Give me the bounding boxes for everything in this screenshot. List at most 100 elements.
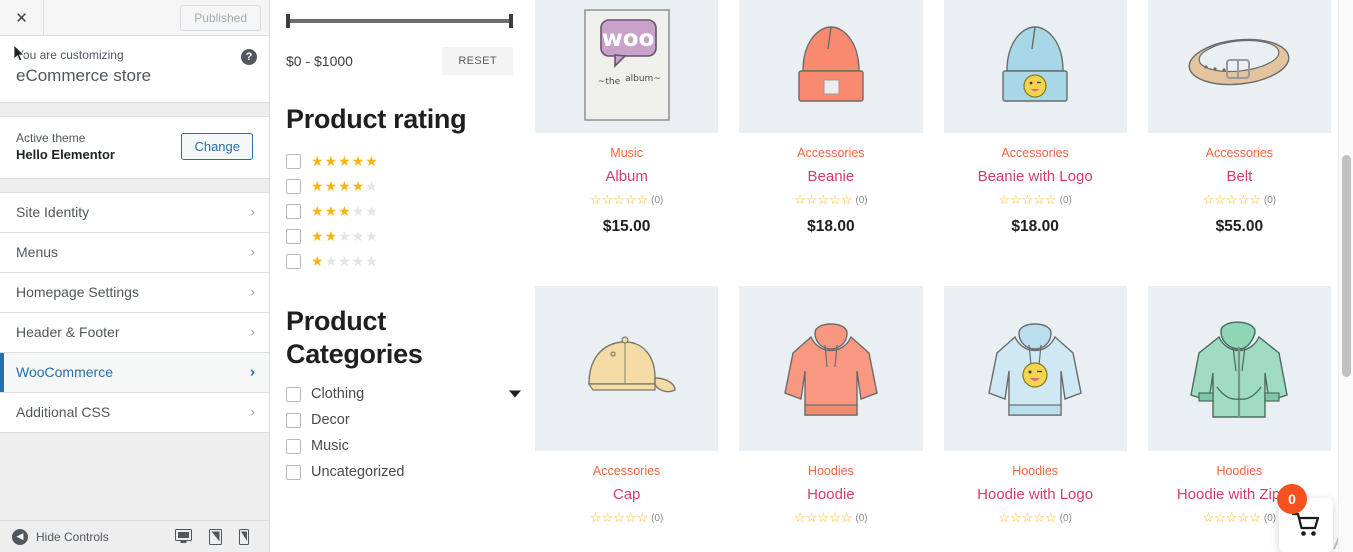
product-image-beanie-with-logo[interactable] — [943, 0, 1127, 133]
category-filter-decor[interactable]: Decor — [286, 407, 513, 433]
mobile-icon[interactable] — [239, 528, 249, 545]
sidebar-item-header-footer[interactable]: Header & Footer › — [0, 312, 269, 353]
product-rating: ☆☆☆☆☆ (0) — [944, 511, 1127, 525]
rating-filter-5[interactable]: ★ ★ ★ ★ ★ — [286, 149, 513, 173]
product-image-album[interactable]: woo ~the album~ — [535, 0, 719, 133]
customizer-footer: ◀ Hide Controls — [0, 520, 269, 552]
product-name[interactable]: Album — [535, 168, 718, 185]
product-image-hoodie-with-logo[interactable] — [943, 286, 1127, 451]
product-stars: ☆☆☆☆☆ — [589, 510, 649, 525]
category-checkbox-decor[interactable] — [286, 412, 301, 428]
rating-checkbox-1[interactable] — [286, 253, 301, 269]
product-category[interactable]: Hoodies — [1148, 464, 1331, 478]
rating-stars-3: ★ ★ ★ ★ ★ — [311, 203, 378, 219]
rating-checkbox-5[interactable] — [286, 153, 301, 169]
rating-stars-4: ★ ★ ★ ★ ★ — [311, 178, 378, 194]
customizer-screen: ✕ Published You are customizing eCommerc… — [0, 0, 1353, 552]
product-category[interactable]: Accessories — [535, 464, 718, 478]
category-checkbox-music[interactable] — [286, 438, 301, 454]
product-card-cap[interactable]: Accessories Cap ☆☆☆☆☆ (0) — [535, 286, 719, 525]
price-row: $0 - $1000 RESET — [286, 47, 513, 75]
category-label: Decor — [311, 412, 350, 428]
product-stars: ☆☆☆☆☆ — [589, 192, 649, 207]
product-card-album[interactable]: woo ~the album~ Music Album ☆☆☆☆☆ (0) $1… — [535, 0, 719, 236]
product-image-hoodie[interactable] — [739, 286, 923, 451]
sidebar-item-woocommerce[interactable]: WooCommerce › — [0, 352, 269, 393]
publish-button[interactable]: Published — [180, 4, 261, 31]
preview-scrollbar[interactable] — [1338, 0, 1353, 552]
close-icon[interactable]: ✕ — [0, 0, 44, 35]
product-name[interactable]: Belt — [1148, 168, 1331, 185]
product-name[interactable]: Cap — [535, 486, 718, 503]
product-image-belt[interactable] — [1147, 0, 1331, 133]
product-card-belt[interactable]: Accessories Belt ☆☆☆☆☆ (0) $55.00 — [1147, 0, 1331, 236]
product-card-hoodie[interactable]: Hoodies Hoodie ☆☆☆☆☆ (0) — [739, 286, 923, 525]
slider-handle-max[interactable] — [509, 14, 513, 28]
rating-checkbox-2[interactable] — [286, 228, 301, 244]
product-image-beanie[interactable] — [739, 0, 923, 133]
rating-checkbox-3[interactable] — [286, 203, 301, 219]
reset-filter-button[interactable]: RESET — [442, 47, 513, 75]
slider-handle-min[interactable] — [286, 14, 290, 28]
rating-filter-4[interactable]: ★ ★ ★ ★ ★ — [286, 174, 513, 198]
product-name[interactable]: Beanie with Logo — [944, 168, 1127, 185]
product-card-beanie[interactable]: Accessories Beanie ☆☆☆☆☆ (0) $18.00 — [739, 0, 923, 236]
rating-count: (0) — [651, 512, 664, 524]
product-price: $18.00 — [1011, 218, 1059, 235]
product-name[interactable]: Beanie — [739, 168, 922, 185]
rating-filter-3[interactable]: ★ ★ ★ ★ ★ — [286, 199, 513, 223]
product-category[interactable]: Music — [535, 146, 718, 160]
panel-gap-2 — [0, 178, 269, 193]
customizing-info: You are customizing eCommerce store ? — [0, 36, 269, 103]
price-range-label: $0 - $1000 — [286, 53, 353, 69]
product-stars: ☆☆☆☆☆ — [794, 192, 853, 207]
category-filter-music[interactable]: Music — [286, 433, 513, 459]
product-card-hoodie-with-logo[interactable]: Hoodies Hoodie with Logo ☆☆☆☆☆ (0) — [943, 286, 1127, 525]
desktop-icon[interactable] — [175, 529, 192, 545]
price-range-slider[interactable] — [286, 14, 513, 28]
category-filter-uncategorized[interactable]: Uncategorized — [286, 459, 513, 485]
tablet-icon[interactable] — [209, 528, 222, 545]
product-grid: woo ~the album~ Music Album ☆☆☆☆☆ (0) $1… — [535, 0, 1353, 552]
scrollbar-thumb[interactable] — [1342, 155, 1351, 377]
shopping-cart-icon — [1292, 512, 1320, 536]
product-card-beanie-with-logo[interactable]: Accessories Beanie with Logo ☆☆☆☆☆ (0) $… — [943, 0, 1127, 236]
chevron-down-icon[interactable] — [509, 390, 521, 398]
category-checkbox-uncategorized[interactable] — [286, 464, 301, 480]
product-rating: ☆☆☆☆☆ (0) — [535, 511, 718, 525]
active-theme-label: Active theme — [16, 131, 86, 145]
help-icon[interactable]: ? — [241, 49, 257, 65]
product-category[interactable]: Accessories — [739, 146, 922, 160]
hide-controls-button[interactable]: ◀ Hide Controls — [12, 528, 109, 545]
category-checkbox-clothing[interactable] — [286, 386, 301, 402]
change-theme-button[interactable]: Change — [181, 133, 253, 161]
product-category[interactable]: Hoodies — [944, 464, 1127, 478]
product-category[interactable]: Accessories — [944, 146, 1127, 160]
header-spacer — [44, 0, 180, 35]
rating-count: (0) — [855, 512, 868, 524]
sidebar-item-additional-css[interactable]: Additional CSS › — [0, 392, 269, 433]
category-label: Clothing — [311, 386, 365, 402]
product-rating-heading: Product rating — [286, 104, 467, 134]
product-category[interactable]: Accessories — [1148, 146, 1331, 160]
product-category[interactable]: Hoodies — [739, 464, 922, 478]
product-categories-heading: Product Categories — [286, 306, 423, 369]
product-image-cap[interactable] — [535, 286, 719, 451]
rating-filter-1[interactable]: ★ ★ ★ ★ ★ — [286, 249, 513, 273]
product-price: $15.00 — [602, 218, 651, 235]
sidebar-item-label: Additional CSS — [16, 404, 111, 421]
product-name[interactable]: Hoodie with Logo — [944, 486, 1127, 503]
svg-text:~the: ~the — [597, 77, 620, 87]
product-stars: ☆☆☆☆☆ — [1202, 192, 1261, 207]
sidebar-item-site-identity[interactable]: Site Identity › — [0, 192, 269, 233]
sidebar-item-menus[interactable]: Menus › — [0, 232, 269, 273]
rating-filter-2[interactable]: ★ ★ ★ ★ ★ — [286, 224, 513, 248]
sidebar-item-homepage-settings[interactable]: Homepage Settings › — [0, 272, 269, 313]
product-image-hoodie-with-zipper[interactable] — [1147, 286, 1331, 451]
rating-checkbox-4[interactable] — [286, 178, 301, 194]
category-filter-clothing[interactable]: Clothing — [286, 381, 521, 407]
product-name[interactable]: Hoodie — [739, 486, 922, 503]
rating-stars-2: ★ ★ ★ ★ ★ — [311, 228, 378, 244]
active-theme-section: Active theme Hello Elementor Change — [0, 117, 269, 179]
chevron-right-icon: › — [250, 283, 255, 301]
